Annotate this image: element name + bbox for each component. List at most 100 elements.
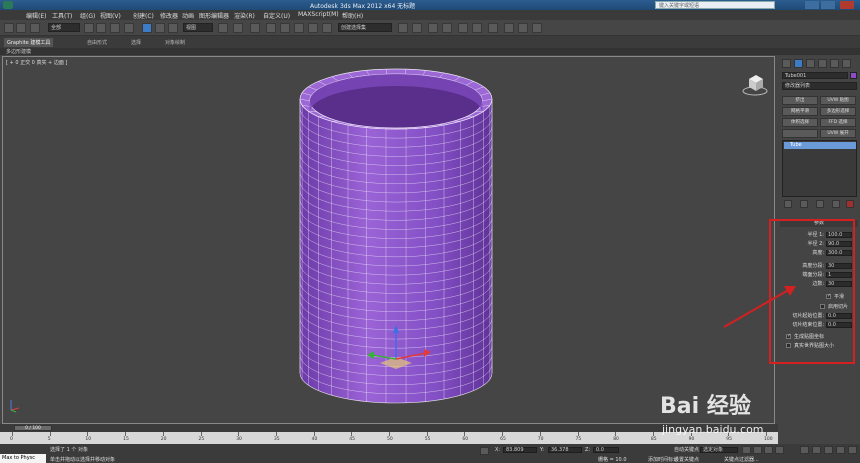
uvw-map-button[interactable]: UVW 贴图 [820, 96, 856, 105]
lock-selection-icon[interactable] [480, 447, 489, 455]
make-unique-icon[interactable] [816, 200, 824, 208]
poly-select-button[interactable]: 多边形选择 [820, 107, 856, 116]
unwrap-uvw-button[interactable]: UVW 展开 [820, 129, 856, 138]
menu-graph-editors[interactable]: 图形编辑器 [199, 11, 229, 20]
zoom-icon[interactable] [800, 446, 809, 454]
window-crossing-icon[interactable] [124, 23, 134, 33]
modify-tab-icon[interactable] [794, 59, 803, 68]
ffd-select-button[interactable]: FFD 选择 [820, 118, 856, 127]
time-slider-thumb[interactable]: 0 / 100 [14, 425, 52, 431]
spinner-snap-icon[interactable] [308, 23, 318, 33]
align-icon[interactable] [412, 23, 422, 33]
menu-maxscript[interactable]: MAXScript(M) [298, 11, 339, 18]
y-coordinate-input[interactable]: 36.378 [548, 447, 582, 453]
empty-mod-button[interactable] [782, 129, 818, 138]
manipulate-icon[interactable] [233, 23, 243, 33]
select-object-icon[interactable] [84, 23, 94, 33]
prev-frame-icon[interactable] [753, 446, 762, 454]
utilities-tab-icon[interactable] [842, 59, 851, 68]
viewcube-icon[interactable] [741, 71, 771, 99]
set-key-button[interactable]: 设置关键点 [674, 456, 699, 463]
motion-tab-icon[interactable] [818, 59, 827, 68]
pin-stack-icon[interactable] [784, 200, 792, 208]
tab-freeform[interactable]: 自由形式 [84, 38, 110, 47]
layer-manager-icon[interactable] [428, 23, 438, 33]
maximize-viewport-icon[interactable] [848, 446, 857, 454]
rect-selection-icon[interactable] [110, 23, 120, 33]
angle-snap-icon[interactable] [280, 23, 290, 33]
goto-start-icon[interactable] [742, 446, 751, 454]
remove-modifier-icon[interactable] [832, 200, 840, 208]
menu-create[interactable]: 创建(C) [133, 11, 154, 20]
menu-rendering[interactable]: 渲染(R) [234, 11, 255, 20]
play-icon[interactable] [764, 446, 773, 454]
object-name-field[interactable]: Tube001 [782, 72, 848, 79]
tube-object[interactable] [3, 57, 775, 424]
vol-select-button[interactable]: 体积选择 [782, 118, 818, 127]
menu-views[interactable]: 视图(V) [100, 11, 121, 20]
show-end-result-icon[interactable] [800, 200, 808, 208]
tab-selection[interactable]: 选择 [128, 38, 144, 47]
object-color-swatch[interactable] [850, 72, 857, 79]
selected-object-dropdown[interactable]: 选定对象 [700, 447, 738, 453]
help-search-input[interactable]: 键入关键字或短语 [655, 1, 775, 9]
orbit-icon[interactable] [836, 446, 845, 454]
x-coordinate-input[interactable]: 83.809 [503, 447, 537, 453]
modifier-list-dropdown[interactable]: 修改器列表 [782, 82, 857, 90]
3dsmax-logo-icon[interactable] [3, 1, 13, 9]
modifier-stack[interactable]: Tube [782, 140, 857, 197]
auto-key-button[interactable]: 自动关键点 [674, 446, 699, 453]
extrude-button[interactable]: 挤出 [782, 96, 818, 105]
z-coordinate-input[interactable]: 0.0 [593, 447, 619, 453]
snap-toggle-icon[interactable] [266, 23, 276, 33]
mirror-icon[interactable] [398, 23, 408, 33]
stack-item-tube[interactable]: Tube [784, 142, 856, 149]
rendered-frame-icon[interactable] [518, 23, 528, 33]
key-filters-button[interactable]: 关键点过滤器... [724, 456, 759, 463]
render-setup-icon[interactable] [504, 23, 514, 33]
material-editor-icon[interactable] [488, 23, 498, 33]
configure-sets-icon[interactable] [846, 200, 854, 208]
menu-group[interactable]: 组(G) [80, 11, 95, 20]
curve-editor-icon[interactable] [458, 23, 468, 33]
create-tab-icon[interactable] [782, 59, 791, 68]
hierarchy-tab-icon[interactable] [806, 59, 815, 68]
next-frame-icon[interactable] [775, 446, 784, 454]
selection-filter-dropdown[interactable]: 全部 [48, 23, 80, 32]
perspective-viewport[interactable]: [ + 0 正交 0 真实 + 边面 ] [2, 56, 775, 424]
menu-tools[interactable]: 工具(T) [52, 11, 72, 20]
select-by-name-icon[interactable] [96, 23, 106, 33]
redo-icon[interactable] [16, 23, 26, 33]
link-icon[interactable] [30, 23, 40, 33]
display-tab-icon[interactable] [830, 59, 839, 68]
render-production-icon[interactable] [532, 23, 542, 33]
percent-snap-icon[interactable] [294, 23, 304, 33]
schematic-view-icon[interactable] [472, 23, 482, 33]
menu-edit[interactable]: 编辑(E) [26, 11, 46, 20]
timeline-tick-mark [12, 432, 13, 436]
menu-animation[interactable]: 动画 [182, 11, 194, 20]
menu-help[interactable]: 帮助(H) [342, 11, 363, 20]
maximize-button[interactable] [821, 1, 835, 9]
select-scale-icon[interactable] [168, 23, 178, 33]
keyboard-shortcut-icon[interactable] [250, 23, 260, 33]
zoom-all-icon[interactable] [812, 446, 821, 454]
select-rotate-icon[interactable] [155, 23, 165, 33]
edit-named-selection-icon[interactable] [322, 23, 332, 33]
pan-icon[interactable] [824, 446, 833, 454]
graphite-toggle-icon[interactable] [442, 23, 452, 33]
menu-modifiers[interactable]: 修改器 [160, 11, 178, 20]
pivot-center-icon[interactable] [218, 23, 228, 33]
undo-icon[interactable] [4, 23, 14, 33]
tab-graphite-modeling[interactable]: Graphite 建模工具 [4, 38, 54, 47]
reference-coord-dropdown[interactable]: 视图 [183, 23, 213, 32]
named-selection-dropdown[interactable]: 创建选择集 [338, 23, 392, 32]
polygon-modeling-label[interactable]: 多边形建模 [6, 48, 31, 55]
menu-customize[interactable]: 自定义(U) [263, 11, 290, 20]
tab-object-paint[interactable]: 对象绘制 [162, 38, 188, 47]
maxscript-listener-input[interactable]: Max to Physc [0, 454, 46, 463]
mesh-smooth-button[interactable]: 网格平滑 [782, 107, 818, 116]
minimize-button[interactable] [805, 1, 819, 9]
close-button[interactable] [840, 1, 854, 9]
select-move-icon[interactable] [142, 23, 152, 33]
